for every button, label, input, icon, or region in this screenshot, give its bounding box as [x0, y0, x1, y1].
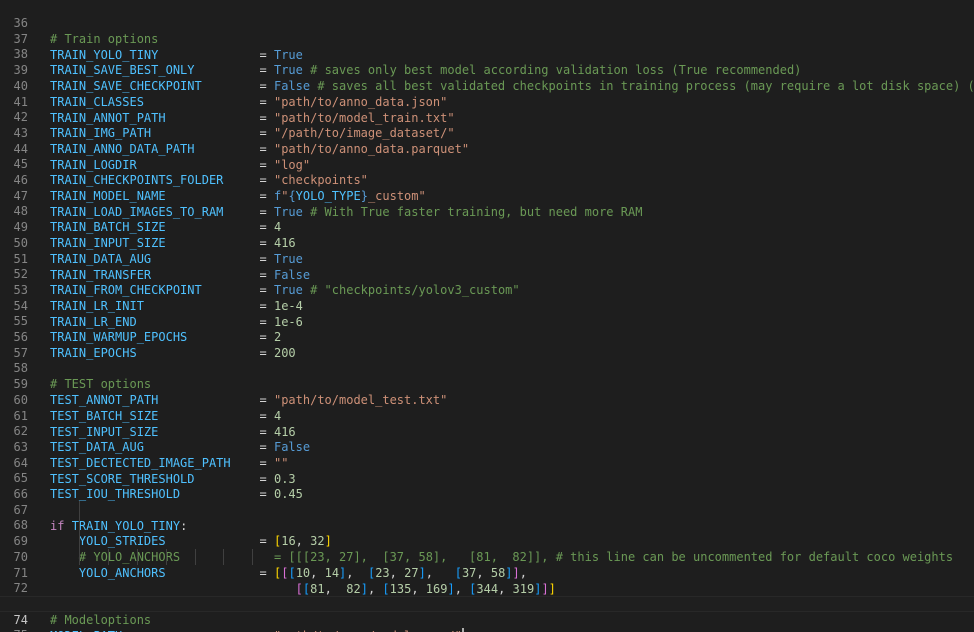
indent-guide [252, 548, 254, 565]
code-line-39: 39 TRAIN_SAVE_CHECKPOINT = False # saves… [0, 46, 974, 93]
indent-guide [78, 517, 80, 534]
code-line-42: 42 TRAIN_IMG_PATH = "/path/to/image_data… [0, 93, 974, 140]
code-line-49: 49 TRAIN_INPUT_SIZE = 416 [0, 203, 974, 250]
indent-guide [78, 501, 80, 518]
code-line-47: 47 TRAIN_LOAD_IMAGES_TO_RAM = True # Wit… [0, 172, 974, 219]
indent-guide [223, 548, 225, 565]
code-line-59: 59 TEST_ANNOT_PATH = "path/to/model_test… [0, 360, 974, 407]
code-line-62: 62 TEST_DATA_AUG = False [0, 407, 974, 454]
code-line-73: 73 # Modeloptions [0, 580, 974, 627]
code-line-56: 56 TRAIN_EPOCHS = 200 [0, 313, 974, 360]
code-line-46: 46 TRAIN_MODEL_NAME = f"{YOLO_TYPE}_cust… [0, 156, 974, 203]
code-line-38: 38 TRAIN_SAVE_BEST_ONLY = True # saves o… [0, 30, 974, 77]
code-line-45: 45 TRAIN_CHECKPOINTS_FOLDER = "checkpoin… [0, 140, 974, 187]
text-cursor [461, 627, 464, 632]
code-line-69: 69 # YOLO_ANCHORS = [[[23, 27], [37, 58]… [0, 517, 974, 564]
indent-guide [165, 548, 167, 565]
code-line-72: 72 [0, 564, 974, 595]
code-token: = [122, 629, 274, 632]
code-line-41: 41 TRAIN_ANNOT_PATH = "path/to/model_tra… [0, 78, 974, 125]
indent-guide [136, 548, 138, 565]
code-line-60: 60 TEST_BATCH_SIZE = 4 [0, 376, 974, 423]
indent-guide [107, 548, 109, 565]
indent-guide [194, 548, 196, 565]
code-line-61: 61 TEST_INPUT_SIZE = 416 [0, 392, 974, 439]
code-line-50: 50 TRAIN_DATA_AUG = True [0, 219, 974, 266]
code-line-54: 54 TRAIN_LR_END = 1e-6 [0, 282, 974, 329]
indent-guide [78, 548, 80, 565]
code-line-67: 67 if TRAIN_YOLO_TINY: [0, 486, 974, 533]
indent-guide [78, 532, 80, 549]
code-editor[interactable]: 36 # Train options 37 TRAIN_YOLO_TINY = … [0, 0, 974, 632]
code-line-52: 52 TRAIN_FROM_CHECKPOINT = True # "check… [0, 250, 974, 297]
code-line-75: 75 [0, 611, 974, 632]
code-line-55: 55 TRAIN_WARMUP_EPOCHS = 2 [0, 297, 974, 344]
code-line-65: 65 TEST_IOU_THRESHOLD = 0.45 [0, 454, 974, 501]
code-line-37: 37 TRAIN_YOLO_TINY = True [0, 15, 974, 62]
code-line-44: 44 TRAIN_LOGDIR = "log" [0, 125, 974, 172]
code-line-51: 51 TRAIN_TRANSFER = False [0, 235, 974, 282]
code-line-43: 43 TRAIN_ANNO_DATA_PATH = "path/to/anno_… [0, 109, 974, 156]
line-number: 75 [0, 627, 28, 632]
code-line-48: 48 TRAIN_BATCH_SIZE = 4 [0, 187, 974, 234]
code-line-63: 63 TEST_DECTECTED_IMAGE_PATH = "" [0, 423, 974, 470]
code-line-64: 64 TEST_SCORE_THRESHOLD = 0.3 [0, 439, 974, 486]
code-line-74: 74 MODEL_PATH = "path/to/repo/model_name… [0, 595, 974, 632]
code-token: "path/to/repo/model_name/" [274, 629, 462, 632]
code-line-70: 70 YOLO_ANCHORS = [[[10, 14], [23, 27], … [0, 532, 974, 580]
code-line-53: 53 TRAIN_LR_INIT = 1e-4 [0, 266, 974, 313]
code-line-66: 66 [0, 470, 974, 501]
code-line-36: 36 # Train options [0, 0, 974, 46]
code-line-57: 57 [0, 329, 974, 360]
code-token: MODEL_PATH [50, 629, 122, 632]
line-code[interactable]: MODEL_PATH = "path/to/repo/model_name/" [50, 627, 464, 632]
code-line-68: 68 YOLO_STRIDES = [16, 32] [0, 501, 974, 548]
code-line-40: 40 TRAIN_CLASSES = "path/to/anno_data.js… [0, 62, 974, 109]
code-line-58: 58 # TEST options [0, 344, 974, 391]
code-line-71: 71 [[81, 82], [135, 169], [344, 319]]] [0, 548, 974, 596]
